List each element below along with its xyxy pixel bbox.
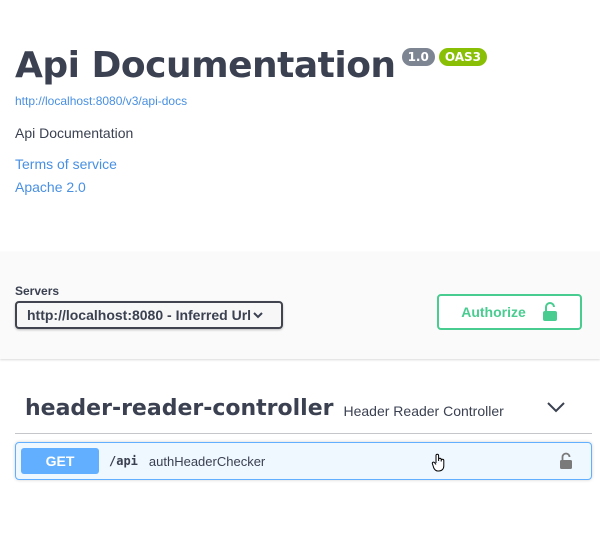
tag-section: header-reader-controller Header Reader C…	[15, 384, 592, 480]
oas-badge: OAS3	[438, 48, 487, 66]
info-section: Api Documentation 1.0 OAS3 http://localh…	[0, 0, 600, 208]
expand-chevron-icon[interactable]	[546, 400, 566, 419]
version-badge: 1.0	[401, 48, 435, 66]
lock-icon[interactable]	[559, 452, 573, 475]
license-link[interactable]: Apache 2.0	[15, 179, 585, 195]
servers-label: Servers	[15, 284, 60, 298]
page-title: Api Documentation	[15, 45, 396, 86]
operation-path: /api	[109, 454, 138, 468]
tag-header[interactable]: header-reader-controller Header Reader C…	[15, 384, 592, 434]
chevron-down-icon	[251, 308, 265, 325]
api-docs-link[interactable]: http://localhost:8080/v3/api-docs	[15, 94, 585, 108]
unlocked-icon	[542, 302, 558, 322]
method-badge: GET	[21, 448, 99, 474]
operation-block-get[interactable]: GET /api authHeaderChecker	[15, 442, 592, 480]
scheme-container: Servers http://localhost:8080 - Inferred…	[0, 252, 600, 359]
title-row: Api Documentation 1.0 OAS3	[15, 44, 585, 88]
api-description: Api Documentation	[15, 125, 134, 141]
authorize-button[interactable]: Authorize	[437, 294, 582, 330]
hand-cursor-icon	[431, 453, 447, 478]
operation-summary: authHeaderChecker	[148, 453, 266, 469]
server-select-value: http://localhost:8080 - Inferred Url	[27, 307, 252, 323]
tag-description: Header Reader Controller	[343, 402, 504, 419]
terms-of-service-link[interactable]: Terms of service	[15, 156, 585, 172]
server-select[interactable]: http://localhost:8080 - Inferred Url	[15, 301, 283, 329]
authorize-label: Authorize	[461, 304, 526, 320]
tag-name: header-reader-controller	[25, 396, 334, 421]
